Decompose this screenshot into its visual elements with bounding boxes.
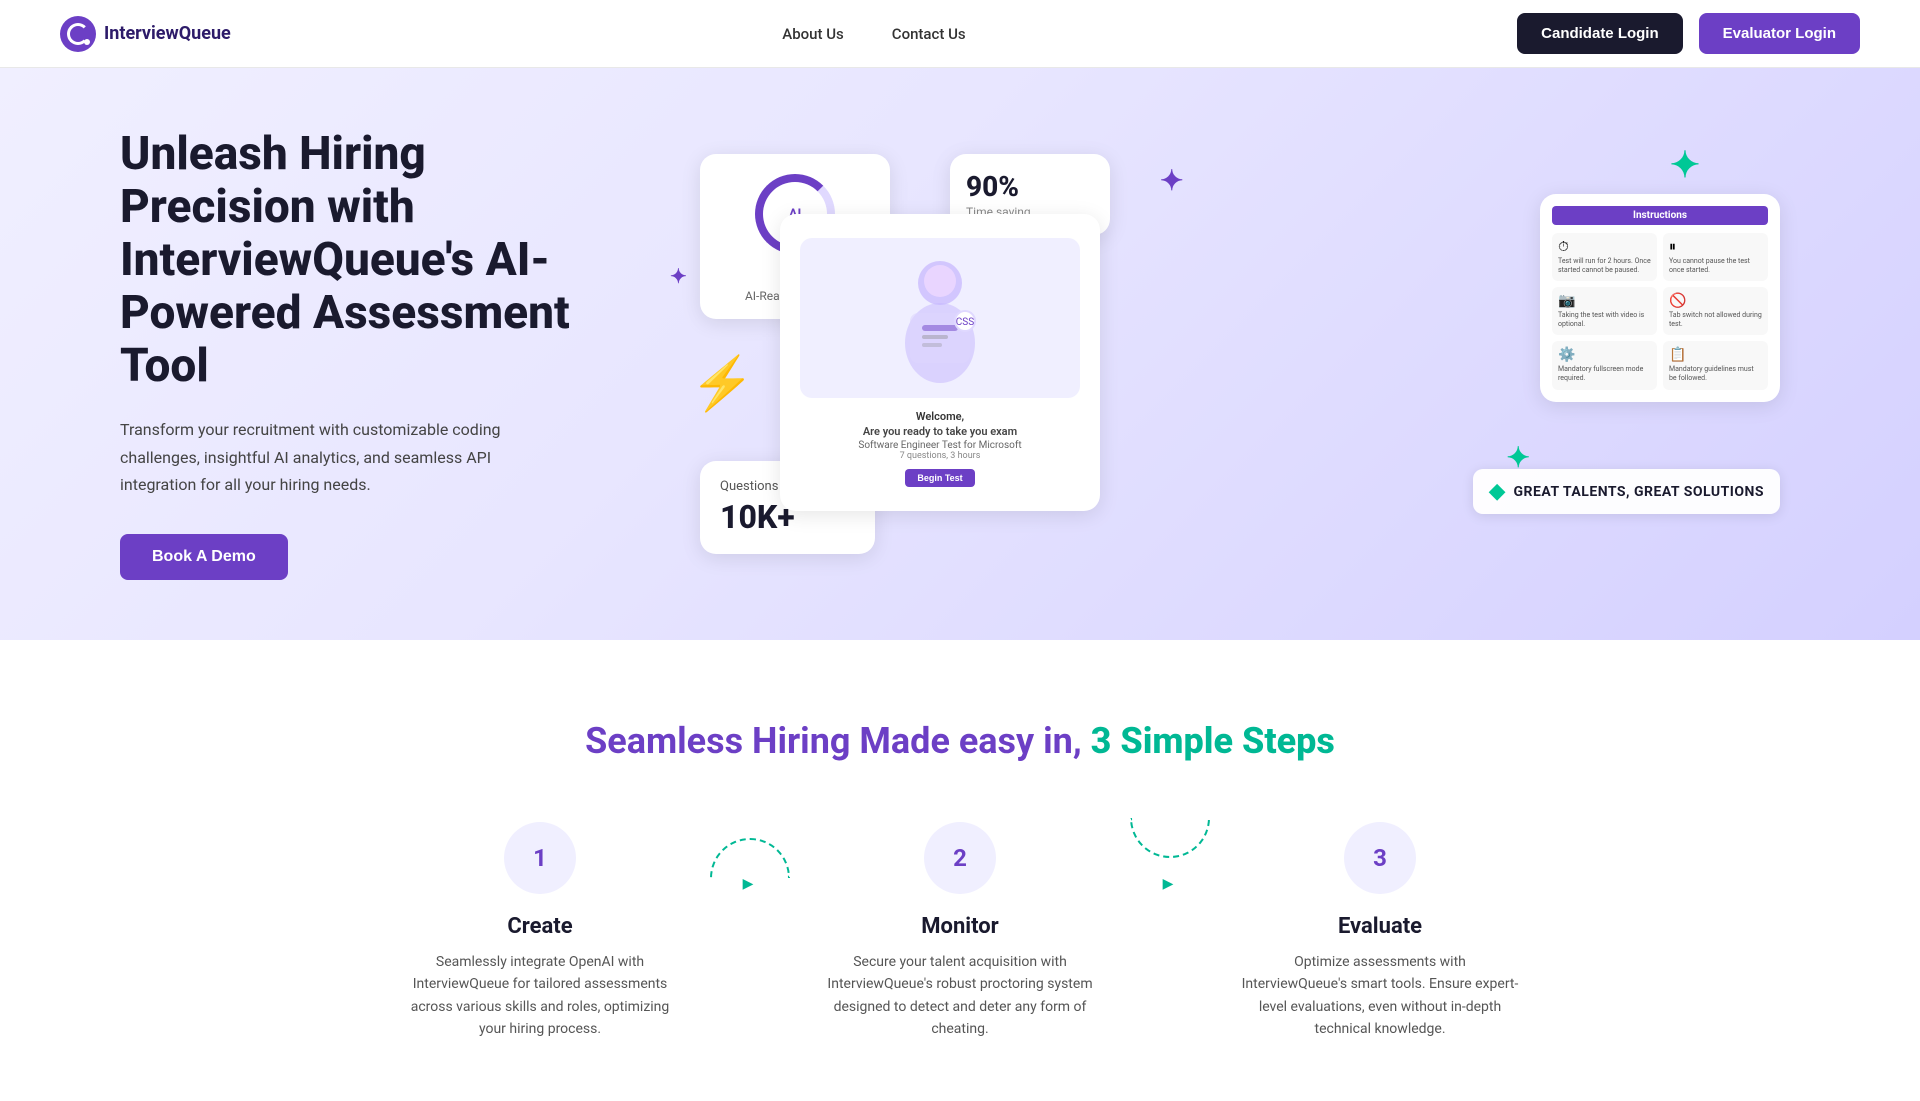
mandatory-icon-2: 📋 (1669, 347, 1762, 363)
navbar: InterviewQueue About Us Contact Us Candi… (0, 0, 1920, 68)
instr-item-6: 📋 Mandatory guidelines must be followed. (1663, 341, 1768, 389)
mandatory-icon-1: ⚙️ (1558, 347, 1651, 363)
sparkle-icon-3: ✦ (670, 264, 687, 288)
lightning-icon: ⚡ (690, 353, 755, 414)
step-2: 2 Monitor Secure your talent acquisition… (790, 822, 1130, 1041)
nav-links: About Us Contact Us (782, 25, 965, 43)
clock-icon: ⏱ (1558, 239, 1651, 255)
candidate-login-button[interactable]: Candidate Login (1517, 13, 1683, 54)
step-1: 1 Create Seamlessly integrate OpenAI wit… (370, 822, 710, 1041)
instr-item-2: ⏸ You cannot pause the test once started… (1663, 233, 1768, 281)
instructions-grid: ⏱ Test will run for 2 hours. Once starte… (1552, 233, 1768, 390)
step-3-desc: Optimize assessments with InterviewQueue… (1240, 951, 1520, 1041)
steps-title-part2: 3 Simple Steps (1091, 720, 1335, 762)
step-1-number: 1 (504, 822, 576, 894)
step-1-title: Create (507, 914, 572, 939)
talents-banner: ◆ GREAT TALENTS, GREAT SOLUTIONS (1473, 469, 1780, 514)
hero-title: Unleash Hiring Precision with InterviewQ… (120, 128, 600, 392)
instr-item-3: 📷 Taking the test with video is optional… (1552, 287, 1657, 335)
nav-buttons: Candidate Login Evaluator Login (1517, 13, 1860, 54)
arrow-right-1: ▶ (743, 876, 754, 892)
test-info: 7 questions, 3 hours (800, 451, 1080, 461)
svg-text:CSS: CSS (956, 317, 974, 328)
arc-bottom (1130, 818, 1210, 858)
logo-text: InterviewQueue (104, 23, 231, 44)
instr-text-5: Mandatory fullscreen mode required. (1558, 365, 1651, 383)
hero-section: Unleash Hiring Precision with InterviewQ… (0, 68, 1920, 640)
start-test-button[interactable]: Begin Test (905, 469, 974, 487)
instructions-title: Instructions (1552, 206, 1768, 225)
no-switch-icon: 🚫 (1669, 293, 1762, 309)
instr-item-5: ⚙️ Mandatory fullscreen mode required. (1552, 341, 1657, 389)
instructions-card: Instructions ⏱ Test will run for 2 hours… (1540, 194, 1780, 402)
step-2-number: 2 (924, 822, 996, 894)
steps-title-part1: Seamless Hiring Made easy in, (585, 720, 1082, 762)
instr-item-4: 🚫 Tab switch not allowed during test. (1663, 287, 1768, 335)
step-1-desc: Seamlessly integrate OpenAI with Intervi… (400, 951, 680, 1041)
connector-1-2: ▶ (710, 838, 790, 892)
step-3: 3 Evaluate Optimize assessments with Int… (1210, 822, 1550, 1041)
steps-container: 1 Create Seamlessly integrate OpenAI wit… (120, 822, 1800, 1041)
book-demo-button[interactable]: Book A Demo (120, 534, 288, 580)
nav-contact[interactable]: Contact Us (892, 25, 966, 43)
steps-title: Seamless Hiring Made easy in, 3 Simple S… (120, 720, 1800, 762)
video-icon: 📷 (1558, 293, 1651, 309)
pause-icon: ⏸ (1669, 239, 1762, 255)
instr-text-4: Tab switch not allowed during test. (1669, 311, 1762, 329)
person-illustration: CSS (880, 253, 1000, 383)
hero-subtitle: Transform your recruitment with customiz… (120, 416, 540, 498)
sparkle-icon-1: ✦ (1160, 164, 1183, 197)
hero-left: Unleash Hiring Precision with InterviewQ… (120, 128, 600, 580)
logo-icon (60, 16, 96, 52)
sparkle-icon-2: ✦ (1670, 144, 1700, 186)
instr-text-3: Taking the test with video is optional. (1558, 311, 1651, 329)
connector-2-3: ▶ (1130, 838, 1210, 892)
step-2-title: Monitor (921, 914, 998, 939)
evaluator-login-button[interactable]: Evaluator Login (1699, 13, 1860, 54)
step-3-title: Evaluate (1338, 914, 1422, 939)
welcome-card: CSS Welcome, Are you ready to take you e… (780, 214, 1100, 511)
logo-link[interactable]: InterviewQueue (60, 16, 231, 52)
talents-text: GREAT TALENTS, GREAT SOLUTIONS (1514, 484, 1764, 500)
step-2-desc: Secure your talent acquisition with Inte… (820, 951, 1100, 1041)
diamond-icon: ◆ (1489, 479, 1506, 504)
hero-visual: ✦ ✦ ✦ ✦ ⚡ AI AI AI-Ready Solutions 90% T… (640, 134, 1800, 574)
arrow-right-2: ▶ (1163, 876, 1174, 892)
instr-text-2: You cannot pause the test once started. (1669, 257, 1762, 275)
instr-text-1: Test will run for 2 hours. Once started … (1558, 257, 1651, 275)
step-3-number: 3 (1344, 822, 1416, 894)
saving-percent: 90% (966, 170, 1094, 203)
arc-top (710, 838, 790, 878)
instr-text-6: Mandatory guidelines must be followed. (1669, 365, 1762, 383)
welcome-text: Welcome, (800, 410, 1080, 423)
steps-section: Seamless Hiring Made easy in, 3 Simple S… (0, 640, 1920, 1101)
instr-item-1: ⏱ Test will run for 2 hours. Once starte… (1552, 233, 1657, 281)
test-name: Software Engineer Test for Microsoft (800, 440, 1080, 451)
card-ready-text: Are you ready to take you exam (800, 425, 1080, 438)
welcome-card-image: CSS (800, 238, 1080, 398)
nav-about[interactable]: About Us (782, 25, 844, 43)
